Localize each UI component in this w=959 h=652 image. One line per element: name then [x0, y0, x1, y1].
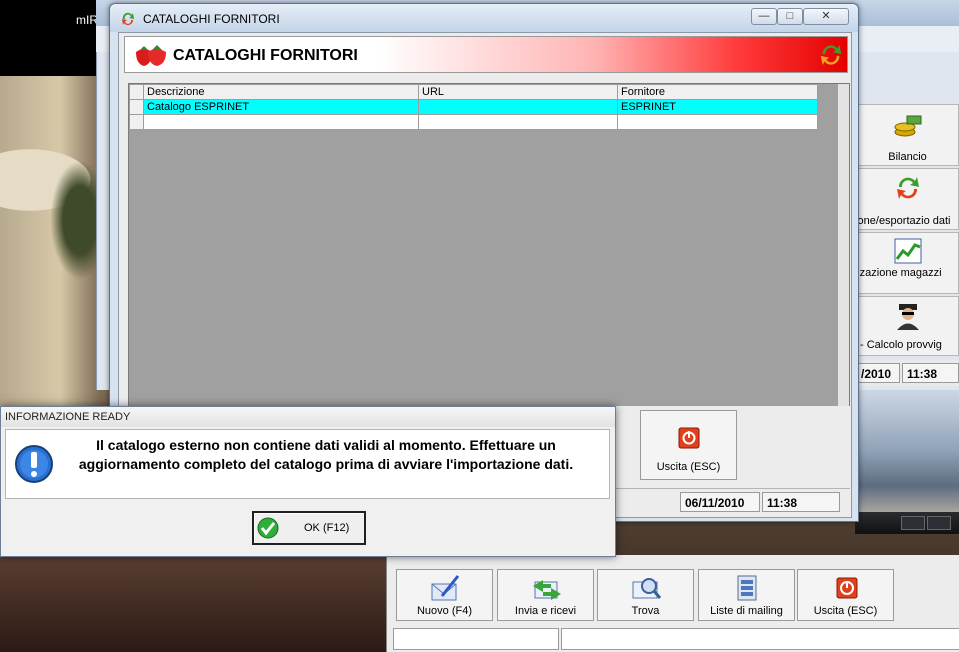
minimize-button[interactable]: — — [751, 8, 777, 25]
nuovo-button[interactable]: Nuovo (F4) — [396, 569, 493, 621]
trova-button[interactable]: Trova — [597, 569, 694, 621]
desktop-photo-bottom — [0, 555, 390, 652]
trova-label: Trova — [631, 605, 660, 617]
grid-header-row: Descrizione URL Fornitore — [129, 84, 818, 100]
valorizzazione-button[interactable]: alorizzazione magazzi — [856, 232, 959, 294]
mirc-window-label[interactable]: mIR — [76, 13, 98, 27]
nuovo-label: Nuovo (F4) — [416, 605, 473, 617]
cell-descrizione[interactable] — [143, 114, 419, 130]
desktop-photo-sea — [855, 388, 959, 528]
cell-descrizione[interactable]: Catalogo ESPRINET — [143, 99, 419, 115]
liste-mailing-button[interactable]: Liste di mailing — [698, 569, 795, 621]
valorizzazione-label: alorizzazione magazzi — [857, 267, 942, 279]
mail-window-titlebar — [855, 512, 959, 534]
cataloghi-header-title: CATALOGHI FORNITORI — [173, 47, 358, 64]
cataloghi-header-banner: CATALOGHI FORNITORI — [124, 36, 848, 73]
mail-minimize-button[interactable] — [901, 516, 925, 530]
info-exclamation-icon — [15, 445, 53, 483]
import-export-icon — [897, 177, 919, 199]
bilancio-label: Bilancio — [888, 151, 927, 163]
mailing-list-icon — [737, 575, 757, 601]
information-dialog: INFORMAZIONE READY Il catalogo esterno n… — [0, 406, 616, 557]
power-icon — [678, 427, 700, 449]
strawberry-icon — [136, 45, 166, 66]
grid-corner — [129, 84, 144, 100]
cell-fornitore[interactable] — [617, 114, 818, 130]
new-mail-icon — [431, 575, 460, 601]
row-selector[interactable] — [129, 114, 144, 130]
cell-url[interactable] — [418, 99, 618, 115]
cell-url[interactable] — [418, 114, 618, 130]
status-date: 06/11/2010 — [680, 492, 760, 512]
column-header-descrizione[interactable]: Descrizione — [143, 84, 419, 100]
background-status-bar: /2010 11:38 — [856, 360, 959, 386]
status-time: 11:38 — [762, 492, 840, 512]
information-dialog-message: Il catalogo esterno non contiene dati va… — [78, 437, 574, 472]
uscita-button[interactable]: Uscita (ESC) — [640, 410, 737, 480]
import-export-button[interactable]: portazione/esportazio dati — [856, 168, 959, 230]
mail-uscita-button[interactable]: Uscita (ESC) — [797, 569, 894, 621]
find-mail-icon — [632, 578, 662, 599]
background-status-date: /2010 — [856, 363, 900, 383]
cataloghi-titlebar: CATALOGHI FORNITORI — □ ✕ — [110, 4, 858, 32]
information-dialog-title: INFORMAZIONE READY — [5, 411, 131, 423]
chart-icon — [894, 238, 922, 264]
ok-button-label: OK (F12) — [304, 522, 350, 534]
agent-icon — [897, 304, 919, 330]
mail-field-left[interactable] — [393, 628, 559, 650]
mail-uscita-label: Uscita (ESC) — [813, 605, 878, 617]
background-status-time: 11:38 — [902, 363, 959, 383]
refresh-icon[interactable] — [817, 41, 845, 69]
cataloghi-window-title: CATALOGHI FORNITORI — [143, 12, 280, 26]
agenti-button[interactable]: genti - Calcolo provvig — [856, 296, 959, 356]
mail-maximize-button[interactable] — [927, 516, 951, 530]
column-header-fornitore[interactable]: Fornitore — [617, 84, 818, 100]
background-side-panel: Bilancio portazione/esportazio dati alor… — [856, 104, 959, 356]
checkmark-icon — [257, 517, 279, 539]
maximize-button[interactable]: □ — [777, 8, 803, 25]
mail-field-right[interactable] — [561, 628, 959, 650]
close-button[interactable]: ✕ — [803, 8, 849, 25]
information-dialog-body: Il catalogo esterno non contiene dati va… — [5, 429, 610, 499]
cell-fornitore[interactable]: ESPRINET — [617, 99, 818, 115]
send-receive-icon — [533, 580, 561, 600]
catalog-grid: Descrizione URL Fornitore Catalogo ESPRI… — [129, 84, 818, 130]
bilancio-button[interactable]: Bilancio — [856, 104, 959, 166]
coins-icon — [894, 115, 922, 137]
agenti-label: genti - Calcolo provvig — [857, 339, 942, 351]
row-selector[interactable] — [129, 99, 144, 115]
information-dialog-titlebar: INFORMAZIONE READY — [1, 407, 615, 427]
power-icon — [836, 577, 858, 599]
invia-ricevi-label: Invia e ricevi — [514, 605, 577, 617]
catalog-grid-area: Descrizione URL Fornitore Catalogo ESPRI… — [128, 83, 850, 407]
table-row[interactable] — [129, 114, 818, 130]
column-header-url[interactable]: URL — [418, 84, 618, 100]
import-export-label: portazione/esportazio dati — [857, 215, 951, 227]
grid-scrollbar[interactable] — [838, 84, 849, 406]
app-icon — [122, 12, 134, 26]
uscita-label: Uscita (ESC) — [656, 461, 721, 473]
invia-ricevi-button[interactable]: Invia e ricevi — [497, 569, 594, 621]
liste-mailing-label: Liste di mailing — [710, 605, 783, 617]
ok-button[interactable]: OK (F12) — [252, 511, 366, 545]
table-row[interactable]: Catalogo ESPRINET ESPRINET — [129, 99, 818, 115]
